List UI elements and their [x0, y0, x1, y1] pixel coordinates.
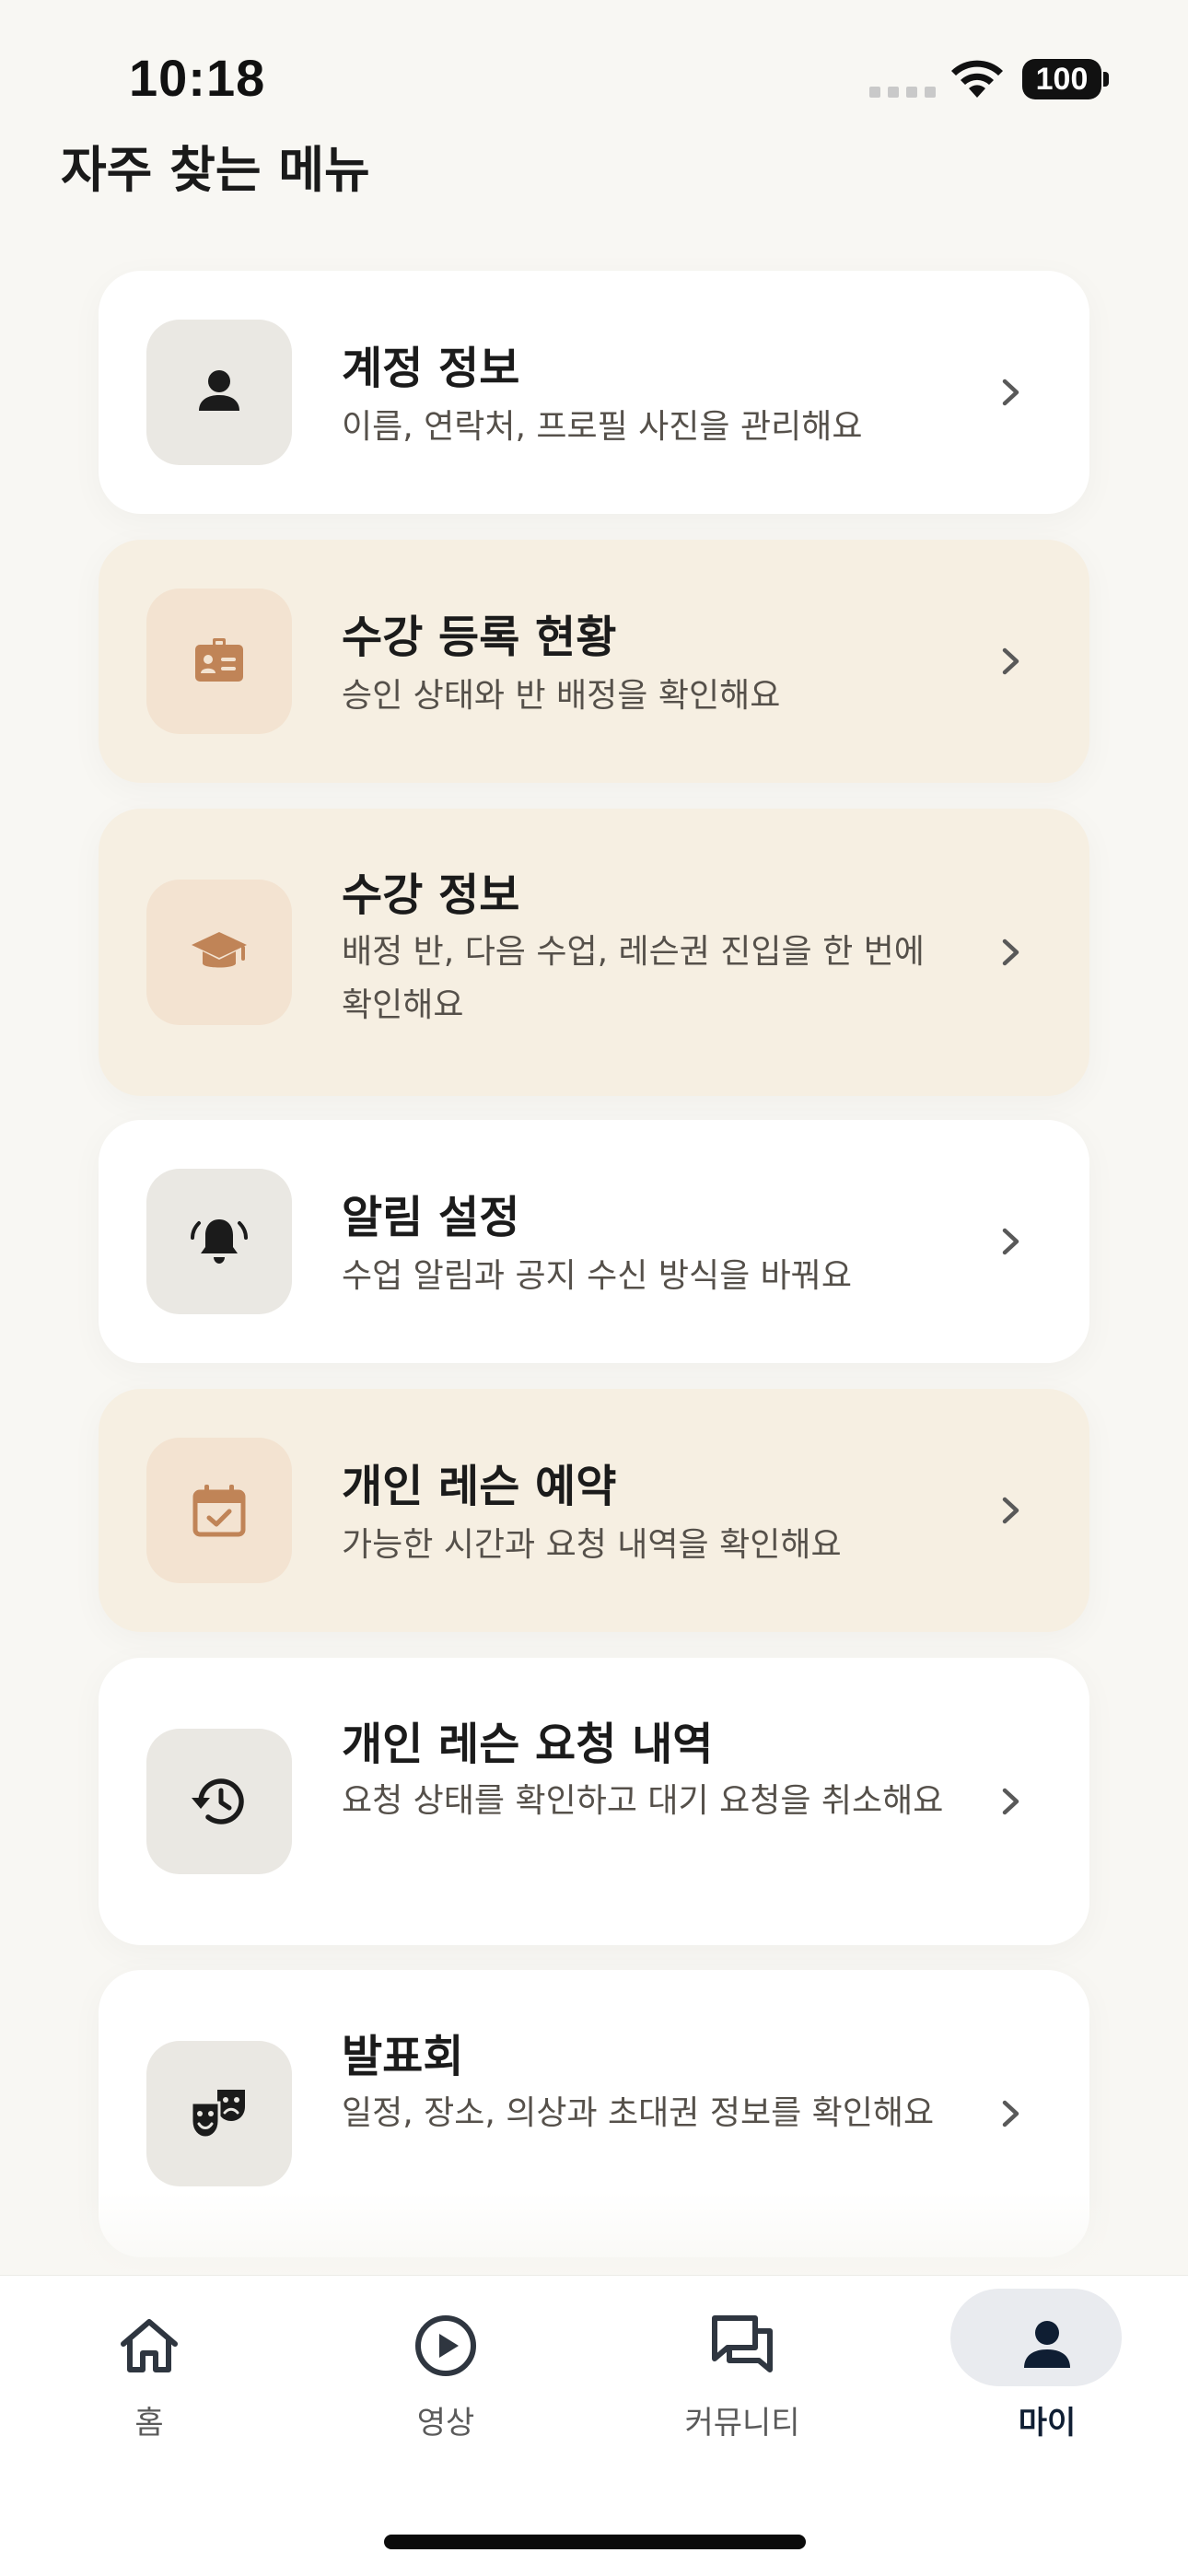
battery-cap [1103, 72, 1109, 87]
card-title: 수강 등록 현황 [342, 612, 617, 663]
cellular-signal-icon [869, 87, 936, 98]
section-title: 자주 찾는 메뉴 [61, 141, 370, 199]
tab-label: 마이 [1018, 2405, 1077, 2442]
person-icon [199, 370, 239, 411]
menu-card-enrollment-status[interactable]: 수강 등록 현황 승인 상태와 반 배정을 확인해요 [99, 540, 1089, 783]
menu-card-account-info[interactable]: 계정 정보 이름, 연락처, 프로필 사진을 관리해요 [99, 271, 1089, 514]
history-icon [192, 1778, 244, 1824]
icon-tile [146, 589, 292, 734]
card-description: 가능한 시간과 요청 내역을 확인해요 [342, 1526, 842, 1564]
icon-tile [146, 1169, 292, 1314]
chevron-right-icon [1002, 379, 1019, 406]
home-indicator[interactable] [384, 2535, 806, 2549]
menu-card-private-lesson-booking[interactable]: 개인 레슨 예약 가능한 시간과 요청 내역을 확인해요 [99, 1389, 1089, 1632]
wifi-icon [951, 60, 1003, 98]
card-title: 발표회 [342, 2031, 464, 2082]
theater-masks-icon [190, 2090, 245, 2139]
bell-ringing-icon [191, 1219, 248, 1264]
status-time: 10:18 [129, 49, 266, 107]
menu-card-private-lesson-requests[interactable]: 개인 레슨 요청 내역 요청 상태를 확인하고 대기 요청을 취소해요 [99, 1658, 1089, 1945]
tab-label: 커뮤니티 [684, 2405, 800, 2442]
icon-tile [146, 2041, 292, 2186]
chevron-right-icon [1002, 2100, 1019, 2127]
chevron-right-icon [1002, 1788, 1019, 1815]
card-description: 요청 상태를 확인하고 대기 요청을 취소해요 [342, 1782, 944, 1820]
card-description: 수업 알림과 공지 수신 방식을 바꿔요 [342, 1257, 853, 1295]
menu-card-class-info[interactable]: 수강 정보 배정 반, 다음 수업, 레슨권 진입을 한 번에 확인해요 [99, 809, 1089, 1096]
tab-label: 홈 [134, 2405, 164, 2442]
card-description: 일정, 장소, 의상과 초대권 정보를 확인해요 [342, 2094, 935, 2132]
card-title: 수강 정보 [342, 869, 520, 921]
card-description: 승인 상태와 반 배정을 확인해요 [342, 677, 781, 715]
menu-card-notification-settings[interactable]: 알림 설정 수업 알림과 공지 수신 방식을 바꿔요 [99, 1120, 1089, 1363]
tab-home[interactable]: 홈 [57, 2302, 241, 2449]
chevron-right-icon [1002, 938, 1019, 966]
play-circle-icon [415, 2315, 476, 2376]
bottom-tab-bar: 홈 영상 커뮤니티 마이 [0, 2275, 1188, 2576]
card-description: 배정 반, 다음 수업, 레슨권 진입을 한 번에 확인해요 [342, 933, 925, 1024]
icon-tile [146, 320, 292, 465]
tab-label: 영상 [416, 2405, 475, 2442]
graduation-cap-icon [192, 932, 247, 968]
person-icon [1024, 2321, 1070, 2368]
chevron-right-icon [1002, 647, 1019, 675]
chevron-right-icon [1002, 1497, 1019, 1524]
chevron-right-icon [1002, 1228, 1019, 1255]
scroll-fade [0, 2192, 1188, 2275]
card-title: 알림 설정 [342, 1192, 520, 1243]
chat-bubbles-icon [712, 2315, 773, 2372]
tab-my[interactable]: 마이 [950, 2289, 1139, 2449]
tab-video[interactable]: 영상 [354, 2302, 538, 2449]
card-title: 개인 레슨 요청 내역 [342, 1719, 714, 1770]
id-badge-icon [195, 638, 243, 682]
card-title: 계정 정보 [342, 343, 520, 394]
icon-tile [146, 1438, 292, 1583]
card-title: 개인 레슨 예약 [342, 1461, 617, 1512]
home-icon [121, 2319, 178, 2372]
icon-tile [146, 1729, 292, 1874]
battery-indicator: 100 [1022, 59, 1101, 99]
calendar-check-icon [192, 1485, 246, 1537]
card-description: 이름, 연락처, 프로필 사진을 관리해요 [342, 408, 863, 446]
tab-community[interactable]: 커뮤니티 [650, 2302, 834, 2449]
icon-tile [146, 880, 292, 1025]
status-bar: 10:18 100 [0, 0, 1188, 138]
